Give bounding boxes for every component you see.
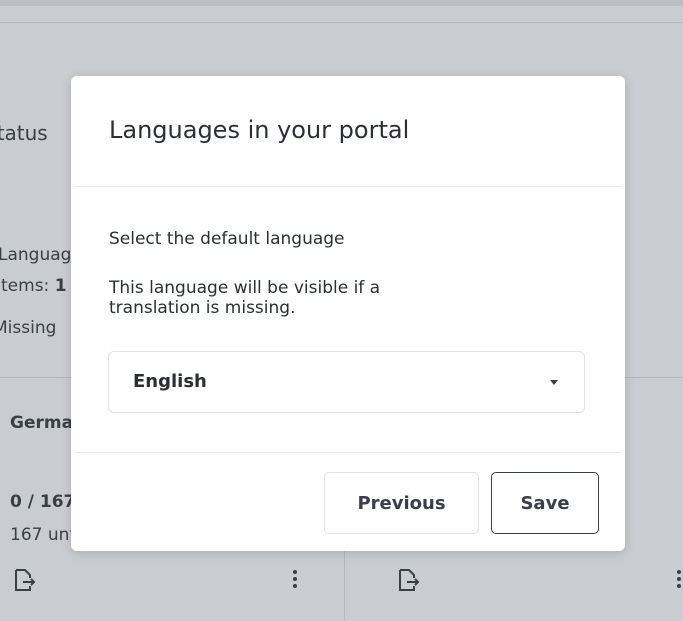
items-label: Items: 1 [0, 276, 67, 296]
kebab-menu-icon[interactable] [292, 570, 298, 591]
chevron-down-icon [550, 380, 558, 385]
languages-modal: Languages in your portal Select the defa… [71, 76, 625, 551]
selected-language: English [133, 371, 207, 392]
status-column-header: Status [0, 121, 48, 145]
progress-text: 0 / 167 [10, 492, 76, 512]
description-line-2: translation is missing. [109, 298, 296, 318]
export-icon[interactable] [398, 568, 420, 592]
export-icon[interactable] [14, 568, 36, 592]
previous-button[interactable]: Previous [324, 472, 479, 534]
modal-title: Languages in your portal [109, 116, 410, 144]
kebab-menu-icon[interactable] [676, 570, 682, 591]
missing-label: Missing [0, 318, 57, 338]
header-divider [0, 22, 683, 23]
default-language-select[interactable]: English [108, 351, 585, 413]
description-line-1: This language will be visible if a [109, 278, 381, 298]
modal-header-divider [75, 186, 621, 187]
default-language-label: Select the default language [109, 229, 345, 249]
language-label: Language [0, 245, 82, 265]
save-button[interactable]: Save [491, 472, 599, 534]
modal-footer-divider [75, 452, 621, 453]
top-strip [0, 0, 683, 6]
